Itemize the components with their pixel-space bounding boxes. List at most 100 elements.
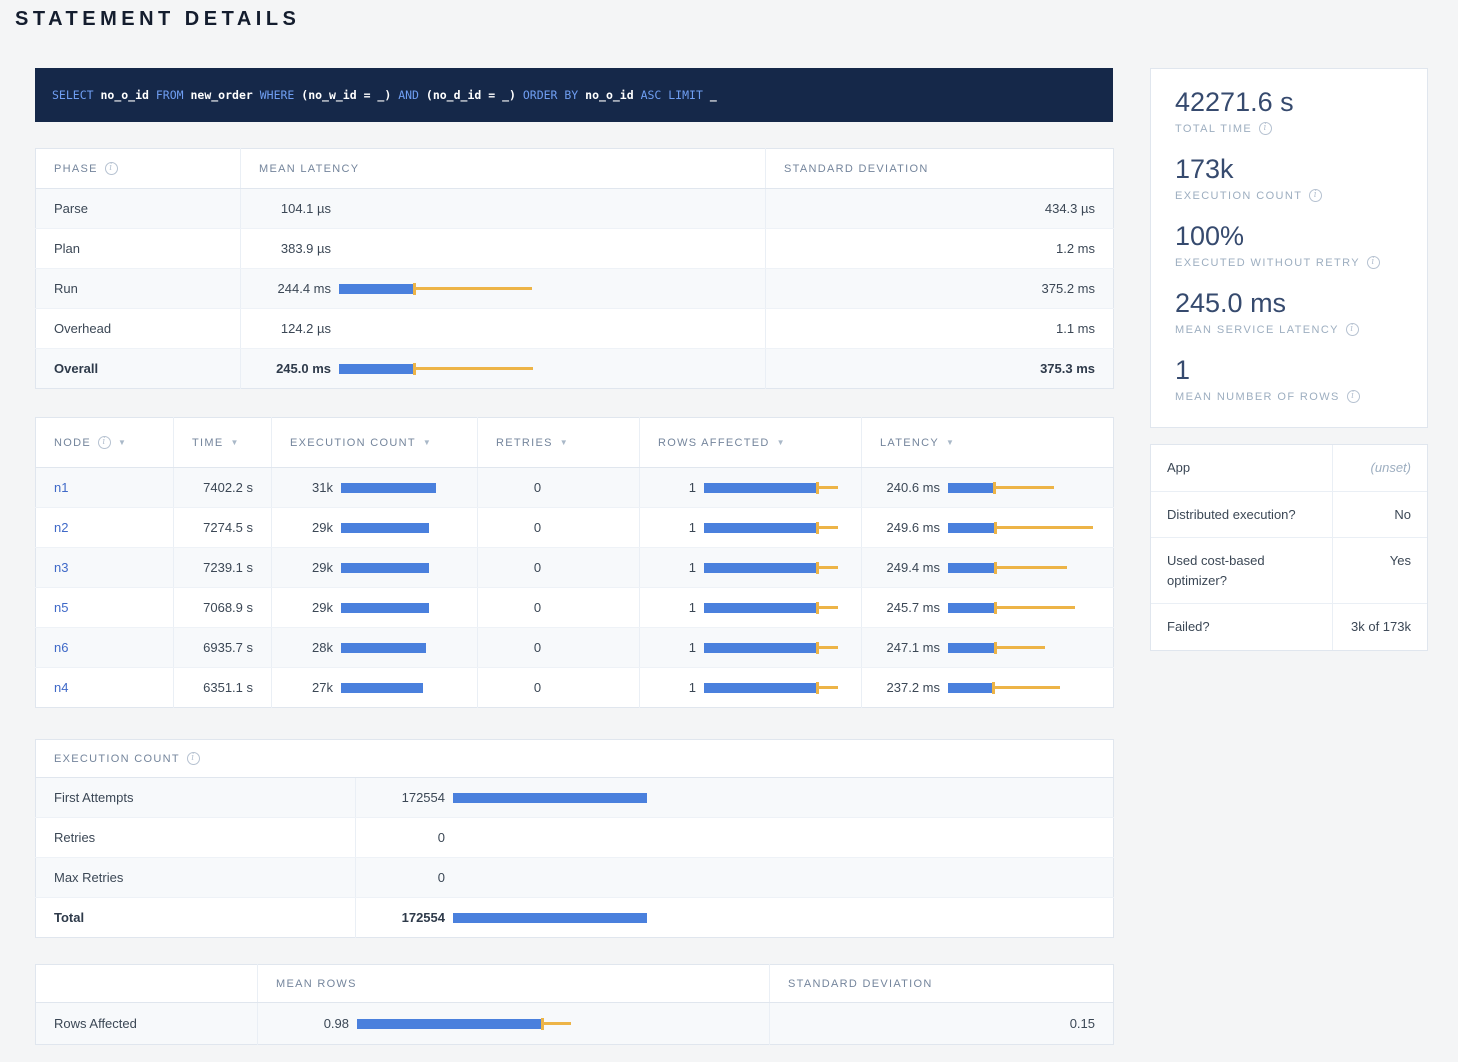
phase-column-header: PHASEi: [36, 149, 241, 189]
node-id-cell: n3: [36, 548, 174, 588]
info-icon[interactable]: i: [105, 162, 118, 175]
detail-value: 3k of 173k: [1333, 604, 1427, 650]
latency-bar-chart: [948, 640, 1099, 656]
execution-table-title-cell: EXECUTION COUNT i: [36, 740, 1114, 778]
node-link[interactable]: n5: [54, 600, 68, 615]
sql-keyword: ORDER BY: [516, 88, 585, 102]
node-rows-affected-cell: 1: [640, 548, 862, 588]
rows-table-header-row: MEAN ROWSSTANDARD DEVIATION: [36, 965, 1114, 1003]
cell-value: 172554: [372, 790, 445, 805]
rows-stddev-cell: 0.15: [770, 1003, 1114, 1045]
execution-row-value-cell: 172554: [356, 778, 1114, 818]
rows-affected-bar-chart: [704, 520, 847, 536]
node-column-header-retries[interactable]: RETRIES▼: [478, 418, 640, 468]
rows-column-header: STANDARD DEVIATION: [770, 965, 1114, 1003]
exec-count-bar-chart: [341, 600, 463, 616]
mean-bar: [341, 563, 429, 573]
detail-row: Used cost-based optimizer?Yes: [1151, 538, 1427, 604]
execution-table-title: EXECUTION COUNT: [54, 753, 180, 765]
stat-value: 100%: [1175, 219, 1403, 253]
mean-bar: [704, 523, 818, 533]
phase-row: Overall245.0 ms375.3 ms: [36, 349, 1114, 389]
sql-keyword: FROM: [149, 88, 191, 102]
node-retries-cell: 0: [478, 468, 640, 508]
info-icon[interactable]: i: [1309, 189, 1322, 202]
mean-bar: [453, 793, 647, 803]
cell-value: 172554: [372, 910, 445, 925]
mean-tick: [816, 522, 819, 534]
sql-keyword: ASC LIMIT: [634, 88, 710, 102]
node-rows-affected-cell: 1: [640, 628, 862, 668]
sql-keyword: WHERE: [253, 88, 301, 102]
execution-row-label: Max Retries: [36, 858, 356, 898]
node-id-cell: n5: [36, 588, 174, 628]
detail-value: (unset): [1333, 445, 1427, 491]
node-time-cell: 7068.9 s: [174, 588, 272, 628]
info-icon[interactable]: i: [1347, 390, 1360, 403]
mean-bar: [948, 523, 996, 533]
cell-value: 29k: [288, 560, 333, 575]
latency-bar-chart: [948, 480, 1099, 496]
node-column-header-node[interactable]: NODEi▼: [36, 418, 174, 468]
sql-statement: SELECT no_o_id FROM new_order WHERE (no_…: [52, 88, 717, 102]
info-icon[interactable]: i: [1259, 122, 1272, 135]
phase-mean-latency-cell: 244.4 ms: [241, 269, 766, 309]
count-bar-chart: [453, 790, 1099, 806]
execution-count-table: EXECUTION COUNT i First Attempts172554Re…: [35, 739, 1114, 938]
node-column-header-execution-count[interactable]: EXECUTION COUNT▼: [272, 418, 478, 468]
cell-value: 1: [656, 560, 696, 575]
node-rows-affected-cell: 1: [640, 508, 862, 548]
node-retries-cell: 0: [478, 588, 640, 628]
latency-bar-chart: [948, 520, 1099, 536]
execution-row-label: Retries: [36, 818, 356, 858]
mean-bar: [948, 683, 994, 693]
node-link[interactable]: n4: [54, 680, 68, 695]
node-column-header-time[interactable]: TIME▼: [174, 418, 272, 468]
node-row: n17402.2 s31k01240.6 ms: [36, 468, 1114, 508]
sql-identifier: (no_w_id = _): [301, 88, 391, 102]
sort-caret-icon: ▼: [118, 438, 127, 447]
node-time-cell: 7402.2 s: [174, 468, 272, 508]
stat-value: 245.0 ms: [1175, 286, 1403, 320]
exec-count-bar-chart: [341, 680, 463, 696]
phase-stddev-cell: 375.2 ms: [766, 269, 1114, 309]
stat-value: 42271.6 s: [1175, 85, 1403, 119]
mean-bar: [948, 483, 995, 493]
node-link[interactable]: n6: [54, 640, 68, 655]
column-header-label: LATENCY: [880, 437, 939, 449]
sql-keyword: AND: [391, 88, 426, 102]
rows-affected-bar-chart: [704, 640, 847, 656]
sort-caret-icon: ▼: [560, 438, 569, 447]
stat-value: 1: [1175, 353, 1403, 387]
cell-value: 104.1 µs: [257, 201, 331, 216]
phase-mean-latency-cell: 104.1 µs: [241, 189, 766, 229]
sql-identifier: new_order: [190, 88, 252, 102]
info-icon[interactable]: i: [98, 436, 111, 449]
node-time-cell: 6351.1 s: [174, 668, 272, 708]
info-icon[interactable]: i: [187, 752, 200, 765]
mean-tick: [994, 642, 997, 654]
info-icon[interactable]: i: [1367, 256, 1380, 269]
node-exec-count-cell: 29k: [272, 508, 478, 548]
phase-name-cell: Run: [36, 269, 241, 309]
phase-table-header-row: PHASEiMEAN LATENCYSTANDARD DEVIATION: [36, 149, 1114, 189]
phase-stddev-cell: 1.2 ms: [766, 229, 1114, 269]
node-link[interactable]: n2: [54, 520, 68, 535]
node-column-header-latency[interactable]: LATENCY▼: [862, 418, 1114, 468]
stat-value: 173k: [1175, 152, 1403, 186]
summary-stat: 100%EXECUTED WITHOUT RETRYi: [1175, 219, 1403, 269]
node-link[interactable]: n1: [54, 480, 68, 495]
detail-row: App(unset): [1151, 445, 1427, 492]
mean-tick: [816, 682, 819, 694]
node-column-header-rows-affected[interactable]: ROWS AFFECTED▼: [640, 418, 862, 468]
node-id-cell: n2: [36, 508, 174, 548]
cell-value: 245.7 ms: [878, 600, 940, 615]
phase-row: Parse104.1 µs434.3 µs: [36, 189, 1114, 229]
info-icon[interactable]: i: [1346, 323, 1359, 336]
node-row: n37239.1 s29k01249.4 ms: [36, 548, 1114, 588]
cell-value: 27k: [288, 680, 333, 695]
node-latency-cell: 247.1 ms: [862, 628, 1114, 668]
phase-mean-latency-cell: 383.9 µs: [241, 229, 766, 269]
main-content: SELECT no_o_id FROM new_order WHERE (no_…: [35, 68, 1113, 1045]
node-link[interactable]: n3: [54, 560, 68, 575]
